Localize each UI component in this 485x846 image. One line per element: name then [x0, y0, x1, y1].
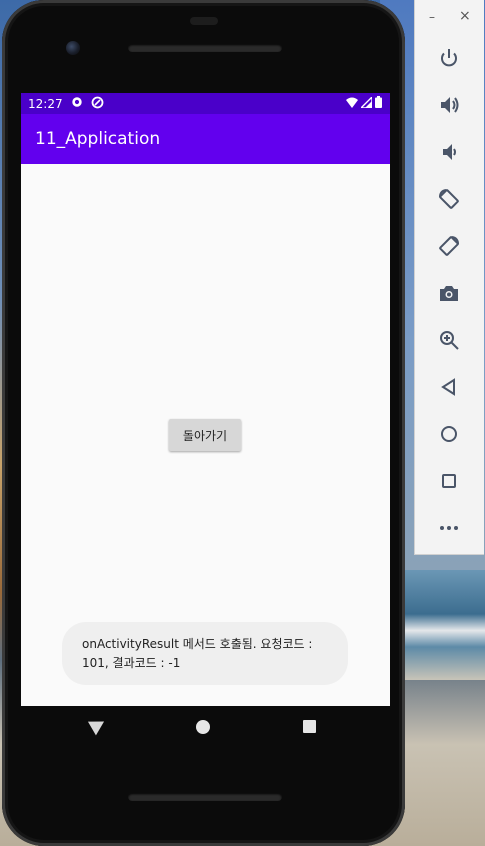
rotate-right-icon[interactable] — [434, 231, 464, 261]
nav-recents-icon[interactable] — [303, 720, 316, 733]
app-title: 11_Application — [35, 129, 161, 149]
earpiece-speaker — [128, 44, 282, 52]
back-icon[interactable] — [434, 372, 464, 402]
app-bar: 11_Application — [21, 114, 390, 164]
minimize-button[interactable]: – — [429, 10, 435, 24]
home-icon[interactable] — [434, 419, 464, 449]
volume-up-icon[interactable] — [434, 90, 464, 120]
status-time: 12:27 — [28, 96, 63, 111]
system-navigation-bar — [19, 706, 388, 748]
main-content: 돌아가기 onActivityResult 메서드 호출됨. 요청코드 : 10… — [21, 164, 390, 706]
device-screen: 12:27 11_Application 돌아가기 onActivityResu… — [21, 93, 390, 706]
nav-back-icon[interactable] — [87, 714, 109, 736]
power-icon[interactable] — [434, 43, 464, 73]
volume-down-icon[interactable] — [434, 137, 464, 167]
close-button[interactable]: × — [459, 8, 471, 24]
battery-icon — [375, 96, 382, 108]
front-camera-icon — [66, 41, 80, 55]
data-saver-icon — [91, 96, 104, 112]
toast-message: onActivityResult 메서드 호출됨. 요청코드 : 101, 결과… — [62, 622, 348, 685]
settings-icon — [71, 96, 83, 111]
camera-icon[interactable] — [434, 278, 464, 308]
status-bar: 12:27 — [21, 93, 390, 114]
wifi-icon — [346, 97, 358, 108]
rotate-left-icon[interactable] — [434, 184, 464, 214]
signal-icon — [361, 96, 372, 108]
emulator-toolbar: – × — [414, 0, 484, 555]
phone-top-notch — [190, 17, 218, 25]
more-icon[interactable] — [434, 513, 464, 543]
nav-home-icon[interactable] — [196, 720, 210, 734]
back-button[interactable]: 돌아가기 — [169, 419, 241, 451]
bottom-speaker — [128, 793, 282, 801]
overview-icon[interactable] — [434, 466, 464, 496]
status-right-icons — [346, 96, 382, 108]
zoom-icon[interactable] — [434, 325, 464, 355]
